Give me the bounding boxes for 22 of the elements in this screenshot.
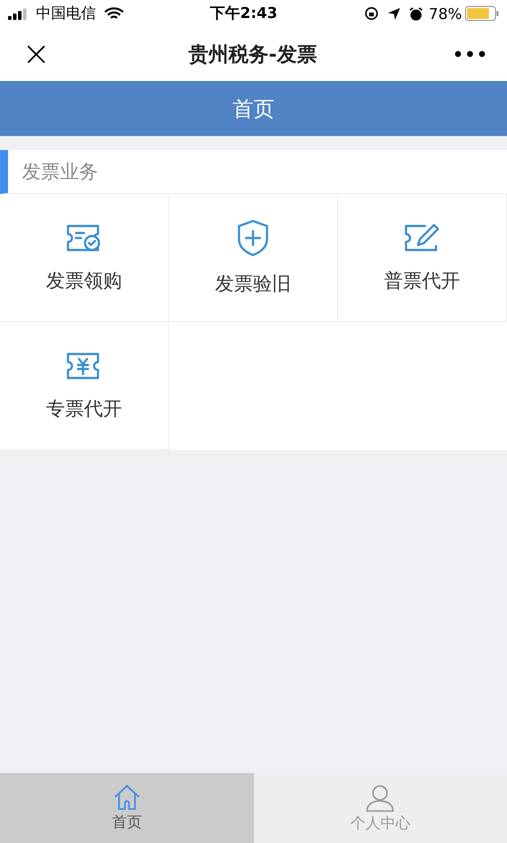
battery-icon [465,6,499,21]
location-arrow-icon [386,6,401,20]
carrier-name: 中国电信 [36,4,96,23]
page-title: 贵州税务-发票 [188,40,317,68]
service-tile[interactable]: 发票验旧 [169,194,338,322]
home-icon [112,784,141,811]
ticket-pencil-icon [403,222,441,254]
tab-item[interactable]: 首页 [0,773,254,843]
shield-plus-icon [236,218,270,256]
rotation-lock-icon [364,6,379,21]
battery-percent: 78% [428,4,462,22]
header-title: 首页 [232,96,274,122]
section-title: 发票业务 [22,160,98,184]
service-tile[interactable]: 普票代开 [338,194,507,322]
more-icon[interactable] [455,51,485,57]
service-tile[interactable]: 发票领购 [0,194,169,322]
clock-time: 下午2:43 [210,4,278,23]
service-tile[interactable]: 专票代开 [0,322,169,450]
person-icon [366,784,394,812]
wifi-icon [104,6,124,20]
alarm-icon [408,6,423,20]
close-icon[interactable]: × [22,37,50,71]
